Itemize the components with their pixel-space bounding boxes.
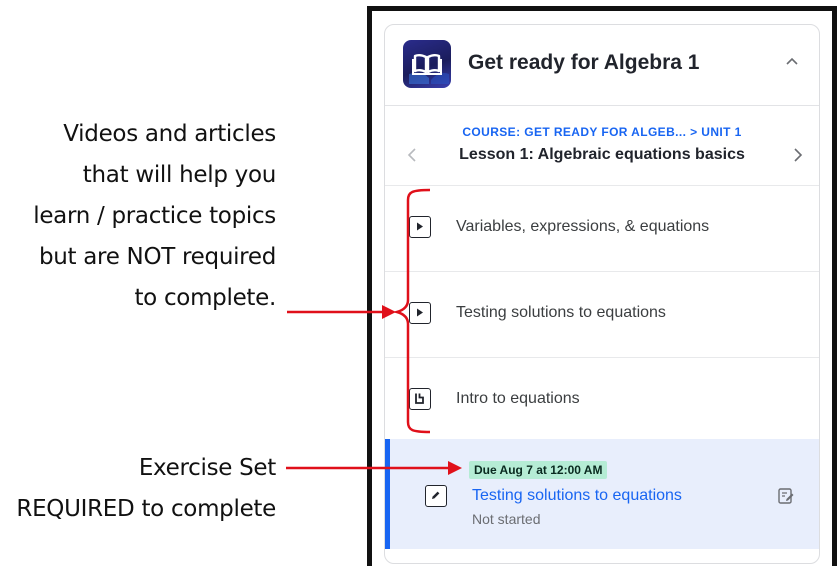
annotation-exercise-set: Exercise Set REQUIRED to complete	[16, 448, 276, 530]
breadcrumb-course-link[interactable]: COURSE: GET READY FOR ALGEB...	[462, 125, 686, 139]
lesson-item-label: Testing solutions to equations	[456, 304, 666, 321]
breadcrumb-unit-link[interactable]: UNIT 1	[701, 125, 741, 139]
pencil-icon	[425, 485, 447, 507]
exercise-item[interactable]: Due Aug 7 at 12:00 AM Testing solutions …	[385, 439, 819, 549]
lesson-item-label: Intro to equations	[456, 390, 580, 407]
annotation-line: Exercise Set	[138, 455, 276, 481]
lesson-item-video[interactable]: Testing solutions to equations	[385, 272, 819, 358]
article-icon	[409, 388, 431, 410]
edit-note-icon[interactable]	[777, 487, 795, 505]
play-icon	[409, 216, 431, 238]
annotation-videos-articles: Videos and articles that will help you l…	[33, 114, 276, 319]
play-icon	[409, 302, 431, 324]
lesson-item-video[interactable]: Variables, expressions, & equations	[385, 186, 819, 272]
annotation-line: REQUIRED to complete	[16, 496, 276, 522]
lesson-item-article[interactable]: Intro to equations	[385, 358, 819, 444]
annotation-line: learn / practice topics	[33, 203, 276, 229]
annotation-line: to complete.	[134, 285, 276, 311]
annotation-line: that will help you	[82, 162, 277, 188]
selected-indicator	[385, 439, 390, 549]
course-title: Get ready for Algebra 1	[468, 51, 700, 74]
annotation-line: Videos and articles	[63, 121, 276, 147]
exercise-title[interactable]: Testing solutions to equations	[472, 487, 682, 505]
lesson-navigation: COURSE: GET READY FOR ALGEB... > UNIT 1 …	[385, 105, 819, 186]
course-card: Get ready for Algebra 1 COURSE: GET READ…	[384, 24, 820, 564]
lesson-title: Lesson 1: Algebraic equations basics	[459, 146, 745, 163]
breadcrumb: COURSE: GET READY FOR ALGEB... > UNIT 1	[385, 125, 819, 139]
chevron-up-icon[interactable]	[783, 53, 801, 71]
course-header[interactable]: Get ready for Algebra 1	[385, 25, 819, 106]
lesson-item-label: Variables, expressions, & equations	[456, 218, 710, 235]
chevron-right-icon[interactable]	[791, 145, 805, 165]
exercise-status: Not started	[472, 511, 541, 527]
annotation-line: but are NOT required	[38, 244, 276, 270]
open-book-icon	[403, 40, 451, 88]
breadcrumb-separator: >	[690, 125, 698, 139]
due-date-badge: Due Aug 7 at 12:00 AM	[469, 461, 608, 479]
